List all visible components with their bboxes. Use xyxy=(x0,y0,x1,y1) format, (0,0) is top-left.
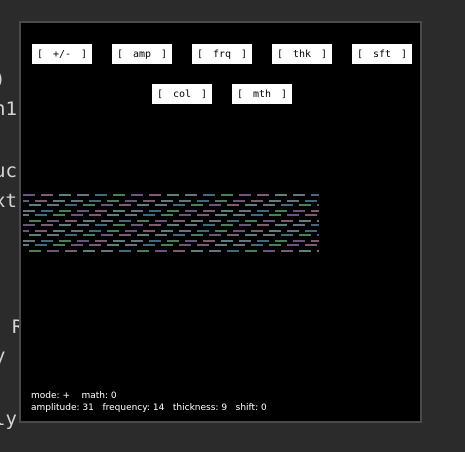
code-fragment: ly xyxy=(0,408,17,430)
code-fragment: uc xyxy=(0,160,17,182)
wave-pattern-svg xyxy=(23,194,319,252)
frequency-label: frequency: xyxy=(102,403,150,413)
color-button[interactable]: [col] xyxy=(152,84,212,104)
thickness-value: 9 xyxy=(221,403,228,413)
math-button[interactable]: [mth] xyxy=(232,84,292,104)
mode-value: + xyxy=(62,391,70,401)
amplitude-label: amplitude: xyxy=(31,403,80,413)
math-value: 0 xyxy=(110,391,117,401)
sketch-window: [+/-] [amp] [frq] [thk] [sft] [col] [mth… xyxy=(19,21,422,423)
toggle-mode-button[interactable]: [+/-] xyxy=(32,44,92,64)
wave-pattern-canvas xyxy=(23,193,319,255)
shift-label: shift: xyxy=(235,403,259,413)
amplitude-value: 31 xyxy=(82,403,94,413)
shift-button[interactable]: [sft] xyxy=(352,44,412,64)
thickness-label: thickness: xyxy=(172,403,219,413)
mode-label: mode: xyxy=(31,391,60,401)
code-fragment: ) xyxy=(0,68,5,90)
amplitude-button[interactable]: [amp] xyxy=(112,44,172,64)
math-label: math: xyxy=(81,391,108,401)
code-fragment: y xyxy=(0,345,5,367)
code-fragment: xt xyxy=(0,190,17,212)
status-line-mode: mode: + math: 0 xyxy=(31,391,117,401)
frequency-value: 14 xyxy=(152,403,165,413)
code-fragment: h1 xyxy=(0,98,17,120)
frequency-button[interactable]: [frq] xyxy=(192,44,252,64)
thickness-button[interactable]: [thk] xyxy=(272,44,332,64)
shift-value: 0 xyxy=(260,403,267,413)
status-line-params: amplitude: 31 frequency: 14 thickness: 9… xyxy=(31,403,267,413)
